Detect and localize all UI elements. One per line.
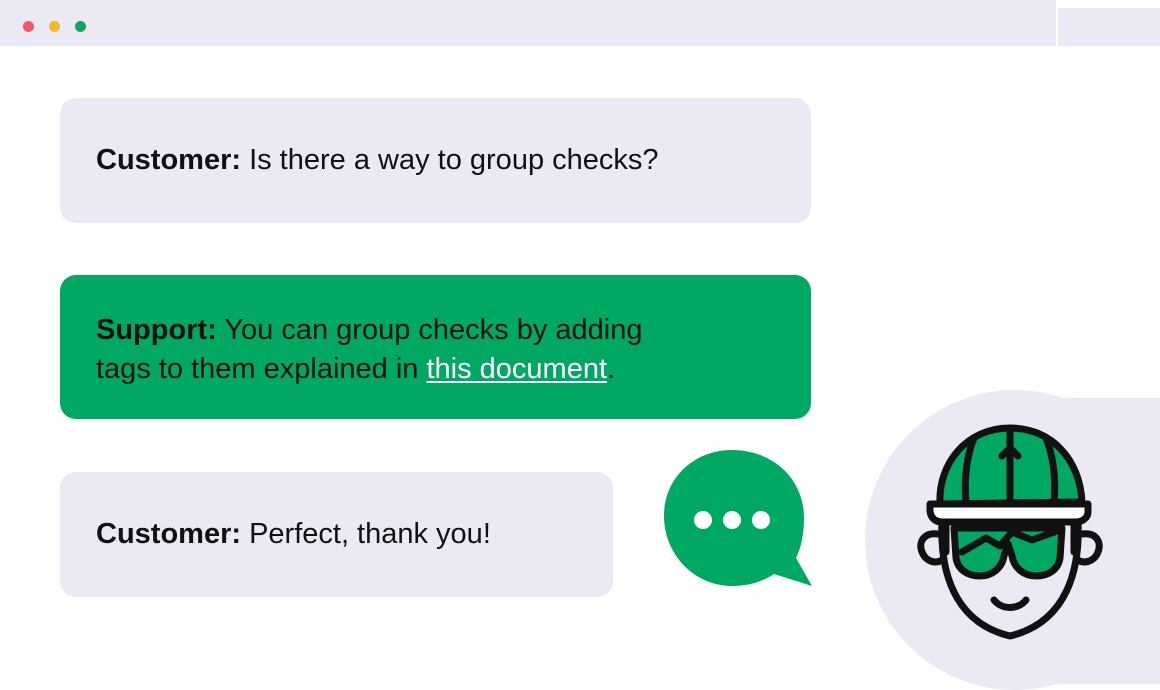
speech-bubble-ellipsis-icon [664,450,812,586]
close-window-icon[interactable] [23,21,34,32]
message-text: Support: You can group checks by adding … [96,311,642,389]
titlebar-extension [1058,8,1160,46]
minimize-window-icon[interactable] [49,21,60,32]
message-body-end: . [607,353,616,385]
message-body: Perfect, thank you! [241,518,491,550]
message-text: Customer: Perfect, thank you! [96,515,491,554]
window-titlebar [0,0,1056,46]
message-body-line1: You can group checks by adding [216,314,643,346]
message-body-line2: tags to them explained in [96,353,427,385]
app-window: Customer: Is there a way to group checks… [0,0,1160,690]
message-body: Is there a way to group checks? [241,144,659,176]
document-link[interactable]: this document [426,353,607,385]
chat-message-customer: Customer: Is there a way to group checks… [60,98,811,223]
mascot-face-cap-sunglasses-icon [917,424,1103,640]
message-text: Customer: Is there a way to group checks… [96,141,659,180]
speaker-label: Customer: [96,144,242,176]
chat-message-customer: Customer: Perfect, thank you! [60,472,613,597]
speaker-label: Customer: [96,518,242,550]
chat-message-support: Support: You can group checks by adding … [60,275,811,419]
maximize-window-icon[interactable] [75,21,86,32]
speaker-label: Support: [96,314,217,346]
